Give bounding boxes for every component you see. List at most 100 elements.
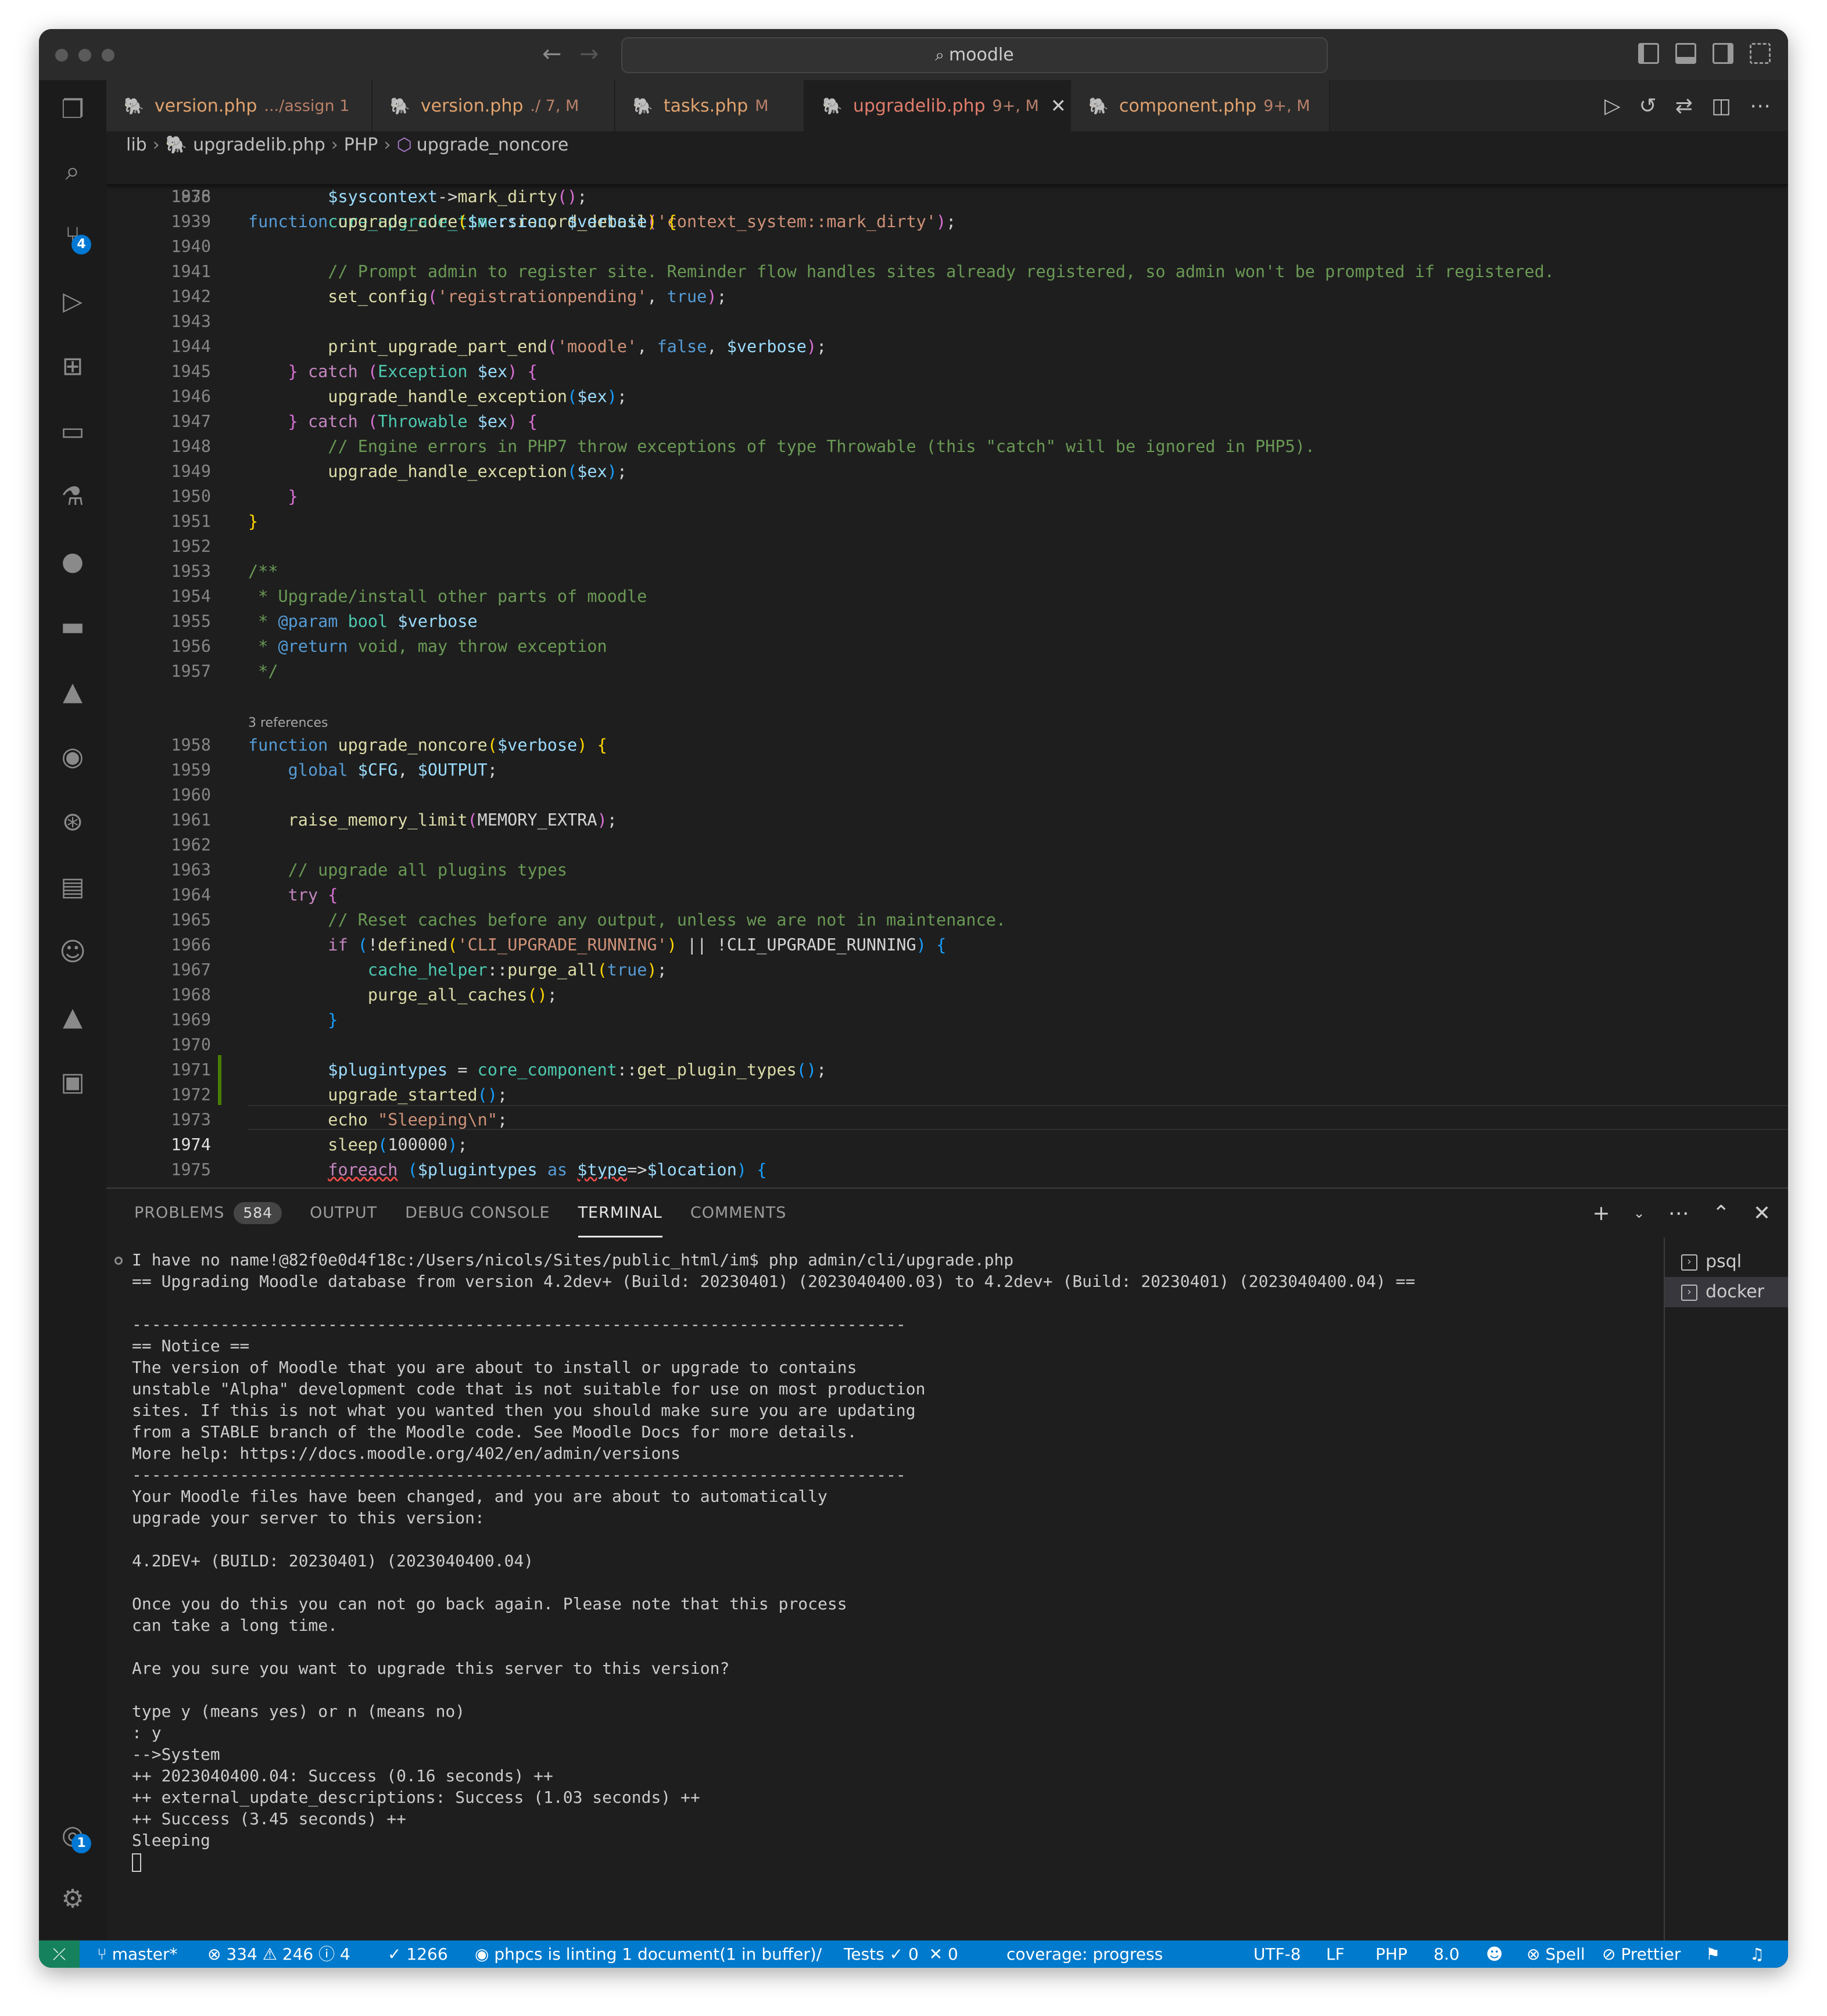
command-status-icon (114, 1257, 123, 1265)
line-number: 1956 (171, 637, 211, 656)
terminal-line: ----------------------------------------… (132, 1315, 906, 1334)
tab-component[interactable]: 🐘 component.php 9+, M (1071, 80, 1330, 131)
run-debug-action-icon[interactable]: ▷ (1604, 94, 1621, 118)
extensions-icon[interactable]: ⊞ (39, 343, 106, 389)
prettier-status[interactable]: ⊘ Prettier (1602, 1940, 1681, 1968)
line-number: 1963 (171, 860, 211, 880)
more-actions-icon[interactable]: ⋯ (1750, 94, 1771, 118)
spell-status[interactable]: ⊗ Spell (1527, 1940, 1585, 1968)
tests-status[interactable]: Tests ✓ 0 ✕ 0 (844, 1940, 958, 1968)
chevron-down-icon[interactable]: ⌄ (1633, 1205, 1645, 1221)
notifications-bell-icon[interactable]: ♫ (1750, 1940, 1764, 1968)
code-line: raise_memory_limit(MEMORY_EXTRA); (288, 810, 617, 830)
code-line: print_upgrade_part_end('moodle', false, … (328, 337, 827, 356)
remote-explorer-icon[interactable]: ▭ (39, 408, 106, 454)
sticky-scroll[interactable]: 1876 function upgrade_core($version, $ve… (106, 159, 1788, 231)
docker-icon[interactable]: ▬ (39, 603, 106, 650)
azure-icon[interactable]: ▲ (39, 993, 106, 1040)
customize-layout-icon[interactable] (1750, 43, 1771, 64)
line-number: 1958 (171, 736, 211, 755)
coverage-status[interactable]: coverage: progress (1006, 1940, 1163, 1968)
close-tab-icon[interactable]: ✕ (1051, 95, 1066, 117)
tab-output[interactable]: OUTPUT (310, 1189, 377, 1237)
tab-problems[interactable]: PROBLEMS 584 (134, 1189, 282, 1237)
terminal-item-docker[interactable]: › docker (1665, 1277, 1788, 1307)
run-debug-icon[interactable]: ▷ (39, 278, 106, 324)
tab-label: PROBLEMS (134, 1204, 225, 1222)
tab-upgradelib[interactable]: 🐘 upgradelib.php 9+, M ✕ (805, 80, 1071, 131)
line-number: 1952 (171, 537, 211, 556)
minimize-window-button[interactable] (78, 49, 91, 62)
language-mode-status[interactable]: PHP (1375, 1940, 1407, 1968)
sql-icon[interactable]: ▣ (39, 1059, 106, 1105)
live-share-icon[interactable]: ☺ (39, 928, 106, 975)
zoom-window-button[interactable] (102, 49, 114, 62)
breadcrumb-language[interactable]: PHP (344, 135, 378, 155)
line-number: 1951 (171, 512, 211, 531)
github-icon[interactable]: ● (39, 538, 106, 584)
tab-version-assign[interactable]: 🐘 version.php .../assign 1 (106, 80, 372, 131)
code-lens-references[interactable]: 3 references (248, 713, 328, 733)
line-number: 1954 (171, 587, 211, 606)
code-comment: * Upgrade/install other parts of moodle (248, 587, 647, 606)
settings-gear-icon[interactable]: ⚙ (39, 1875, 106, 1922)
forward-arrow-icon[interactable]: → (579, 41, 599, 67)
breadcrumb-file[interactable]: upgradelib.php (193, 135, 325, 155)
git-graph-icon[interactable]: ⊛ (39, 798, 106, 845)
explorer-icon[interactable]: ❐ (39, 86, 106, 132)
code-comment: * (248, 612, 278, 631)
linting-status[interactable]: ◉ phpcs is linting 1 document(1 in buffe… (475, 1940, 822, 1968)
terminal-output[interactable]: I have no name!@82f0e0d4f18c:/Users/nico… (132, 1249, 1608, 1923)
command-center-search[interactable]: ⌕ moodle (621, 37, 1328, 73)
encoding-status[interactable]: UTF-8 (1253, 1940, 1301, 1968)
tab-tasks[interactable]: 🐘 tasks.php M (615, 80, 805, 131)
php-version-status[interactable]: 8.0 (1434, 1940, 1460, 1968)
close-panel-icon[interactable]: ✕ (1753, 1201, 1771, 1225)
code-line: } catch (Throwable $ex) { (288, 412, 538, 431)
git-branch-status[interactable]: ⑂ master* (97, 1940, 177, 1968)
tab-version-local[interactable]: 🐘 version.php ./ 7, M (372, 80, 615, 131)
maximize-panel-icon[interactable]: ⌃ (1713, 1201, 1730, 1225)
timeline-icon[interactable]: ↺ (1639, 94, 1657, 118)
json-icon[interactable]: ◉ (39, 733, 106, 780)
feedback-icon[interactable]: ⚑ (1706, 1940, 1720, 1968)
tab-comments[interactable]: COMMENTS (690, 1189, 787, 1237)
checks-status[interactable]: ✓ 1266 (388, 1940, 448, 1968)
tab-terminal[interactable]: TERMINAL (578, 1189, 662, 1237)
compare-changes-icon[interactable]: ⇄ (1675, 94, 1693, 118)
problems-status[interactable]: ⊗ 334 ⚠ 246 ⓘ 4 (207, 1940, 350, 1968)
split-editor-icon[interactable]: ◫ (1711, 94, 1731, 118)
tab-debug-console[interactable]: DEBUG CONSOLE (405, 1189, 550, 1237)
terminal-line: Once you do this you can not go back aga… (132, 1594, 847, 1613)
source-control-icon[interactable]: ⑂ 4 (39, 213, 106, 259)
terminal-line: upgrade your server to this version: (132, 1508, 485, 1527)
code-editor[interactable]: 1876 function upgrade_core($version, $ve… (106, 159, 1788, 1188)
breadcrumb: lib › 🐘 upgradelib.php › PHP › ⬡ upgrade_noncore (126, 131, 568, 159)
line-number: 1964 (171, 885, 211, 905)
breadcrumb-symbol[interactable]: upgrade_noncore (417, 135, 569, 155)
code-line: $syscontext->mark_dirty(); (328, 187, 587, 206)
line-number: 1946 (171, 387, 211, 406)
api-icon[interactable]: ▤ (39, 863, 106, 910)
testing-icon[interactable]: ⚗ (39, 473, 106, 519)
search-view-icon[interactable]: ⌕ (39, 148, 106, 194)
eol-status[interactable]: LF (1326, 1940, 1345, 1968)
toggle-secondary-sidebar-icon[interactable] (1713, 43, 1733, 64)
close-window-button[interactable] (55, 49, 68, 62)
copilot-icon[interactable]: ☻ (1486, 1940, 1503, 1968)
tab-label: COMMENTS (690, 1204, 787, 1222)
back-arrow-icon[interactable]: ← (542, 41, 562, 67)
more-actions-icon[interactable]: ⋯ (1668, 1201, 1689, 1225)
toggle-panel-icon[interactable] (1675, 43, 1696, 64)
remote-indicator-icon[interactable]: ⤫ (39, 1940, 80, 1968)
code-line: echo "Sleeping\n"; (328, 1110, 508, 1129)
forest-icon[interactable]: ▲ (39, 668, 106, 715)
breadcrumb-folder[interactable]: lib (126, 135, 147, 155)
source-control-badge: 4 (71, 235, 91, 254)
toggle-primary-sidebar-icon[interactable] (1638, 43, 1659, 64)
terminal-line: type y (means yes) or n (means no) (132, 1702, 465, 1721)
terminal-item-psql[interactable]: › psql (1665, 1247, 1788, 1277)
accounts-icon[interactable]: ◎ 1 (39, 1811, 106, 1858)
new-terminal-icon[interactable]: + (1592, 1201, 1610, 1225)
